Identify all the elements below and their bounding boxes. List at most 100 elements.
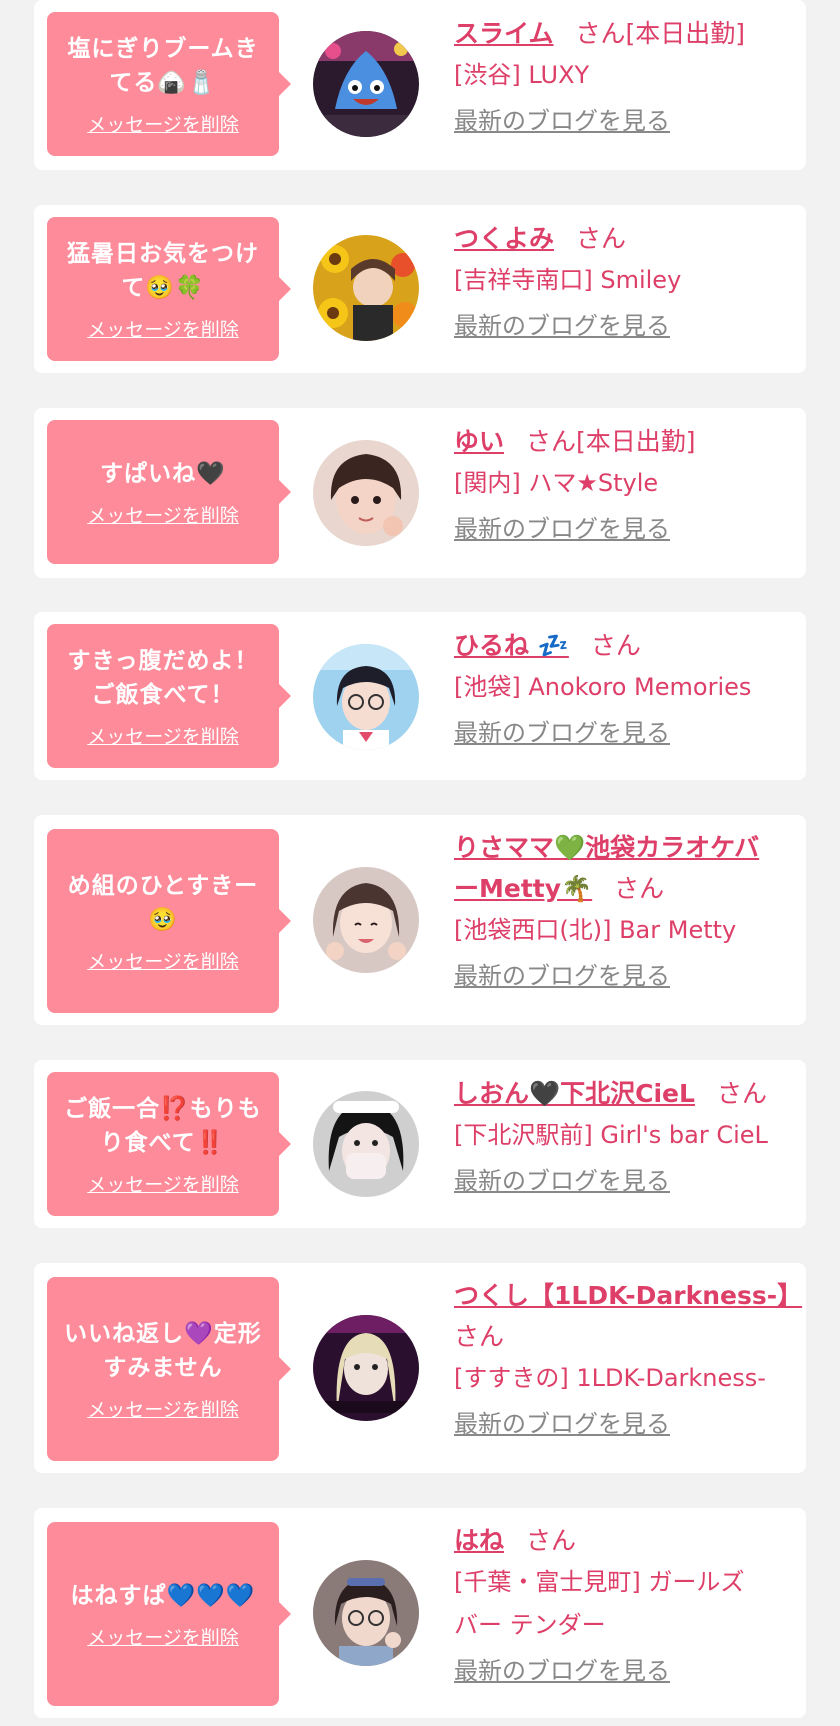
shop-info: [池袋] Anokoro Memories — [454, 666, 834, 709]
status-tag: [本日出勤] — [576, 427, 696, 456]
shop-line: [関内] ハマ★Style — [454, 469, 659, 497]
message-line: り食べて‼️ — [100, 1129, 226, 1156]
message-line: すきっ腹だめよ！ — [67, 647, 259, 674]
cast-name-link[interactable]: つくよみ — [454, 224, 554, 253]
cast-name-link[interactable]: ひるね 💤 — [454, 631, 569, 660]
message-line: め組のひとすきー — [67, 872, 259, 899]
message-text: すぱいね🖤 — [100, 457, 226, 491]
latest-blog-link[interactable]: 最新のブログを見る — [454, 1161, 670, 1196]
message-card: いいね返し💜定形 すみません メッセージを削除 つくし【1LDK-Darknes… — [34, 1263, 806, 1473]
avatar[interactable] — [313, 31, 419, 137]
cast-name-link[interactable]: スライム — [454, 19, 554, 48]
avatar-selfie-image — [313, 440, 419, 546]
cast-info: ゆい さん[本日出勤] [関内] ハマ★Style 最新のブログを見る — [454, 421, 834, 544]
shop-info: [関内] ハマ★Style — [454, 462, 834, 505]
honorific: さん — [526, 1526, 577, 1555]
message-bubble: 猛暑日お気をつけ て🥹🍀 メッセージを削除 — [47, 217, 291, 361]
message-card: ご飯一合⁉️もりも り食べて‼️ メッセージを削除 しおん🖤下北沢CieL さん … — [34, 1060, 806, 1228]
latest-blog-link[interactable]: 最新のブログを見る — [454, 1404, 670, 1439]
cast-info: しおん🖤下北沢CieL さん [下北沢駅前] Girl's bar CieL 最新… — [454, 1073, 834, 1196]
message-bubble: すきっ腹だめよ！ ご飯食べて！ メッセージを削除 — [47, 624, 291, 768]
message-bubble: め組のひとすきー 🥹 メッセージを削除 — [47, 829, 291, 1013]
message-line: はねすぱ💙💙💙 — [70, 1582, 256, 1609]
message-bubble: 塩にぎりブームき てる🍙🧂 メッセージを削除 — [47, 12, 291, 156]
avatar[interactable] — [313, 440, 419, 546]
delete-message-link[interactable]: メッセージを削除 — [87, 1395, 239, 1422]
honorific: さん — [526, 427, 577, 456]
latest-blog-link[interactable]: 最新のブログを見る — [454, 713, 670, 748]
avatar-masked-image — [313, 1091, 419, 1197]
avatar-glasses-selfie-image — [313, 1560, 419, 1666]
shop-line: [千葉・富士見町] ガールズ — [454, 1568, 745, 1596]
message-card: すきっ腹だめよ！ ご飯食べて！ メッセージを削除 ひるね 💤 さん [池袋] A… — [34, 612, 806, 780]
shop-line: [下北沢駅前] Girl's bar CieL — [454, 1121, 768, 1149]
shop-info: [渋谷] LUXY — [454, 54, 834, 97]
cast-info: りさママ💚池袋カラオケバ ーMetty🌴 さん [池袋西口(北)] Bar Mett… — [454, 827, 834, 991]
message-line: ご飯一合⁉️もりも — [64, 1095, 262, 1122]
latest-blog-link[interactable]: 最新のブログを見る — [454, 1651, 670, 1686]
name-line: つくよみ さん — [454, 218, 834, 259]
name-line: つくし【1LDK-Darkness-】 さん — [454, 1275, 834, 1357]
delete-message-link[interactable]: メッセージを削除 — [87, 722, 239, 749]
cast-name-link[interactable]: はね — [454, 1526, 504, 1555]
message-text: 塩にぎりブームき てる🍙🧂 — [67, 32, 258, 100]
delete-message-link[interactable]: メッセージを削除 — [87, 501, 239, 528]
message-text: すきっ腹だめよ！ ご飯食べて！ — [67, 644, 258, 712]
message-line: すみません — [103, 1354, 223, 1381]
latest-blog-link[interactable]: 最新のブログを見る — [454, 101, 670, 136]
delete-message-link[interactable]: メッセージを削除 — [87, 1170, 239, 1197]
message-line: 猛暑日お気をつけ — [67, 240, 259, 267]
avatar[interactable] — [313, 644, 419, 750]
honorific: さん — [590, 631, 641, 660]
delete-message-link[interactable]: メッセージを削除 — [87, 110, 239, 137]
avatar-dark-poster-image — [313, 1315, 419, 1421]
shop-line: [渋谷] LUXY — [454, 61, 590, 89]
shop-info: [すすきの] 1LDK-Darkness- — [454, 1357, 834, 1400]
avatar[interactable] — [313, 1091, 419, 1197]
message-line: て🥹🍀 — [121, 274, 205, 301]
message-text: はねすぱ💙💙💙 — [71, 1579, 256, 1613]
avatar[interactable] — [313, 235, 419, 341]
message-card: 猛暑日お気をつけ て🥹🍀 メッセージを削除 つくよみ さん [吉祥寺南口] Sm… — [34, 205, 806, 373]
honorific: さん — [575, 19, 626, 48]
cast-name-link[interactable]: しおん🖤下北沢CieL — [454, 1079, 695, 1108]
message-bubble: ご飯一合⁉️もりも り食べて‼️ メッセージを削除 — [47, 1072, 291, 1216]
honorific: さん — [454, 1322, 505, 1351]
message-text: 猛暑日お気をつけ て🥹🍀 — [67, 237, 259, 305]
cast-info: はね さん [千葉・富士見町] ガールズ バー テンダー 最新のブログを見る — [454, 1520, 834, 1686]
honorific: さん — [716, 1079, 767, 1108]
avatar[interactable] — [313, 1560, 419, 1666]
shop-info: [下北沢駅前] Girl's bar CieL — [454, 1114, 834, 1157]
latest-blog-link[interactable]: 最新のブログを見る — [454, 306, 670, 341]
message-line: 塩にぎりブームき — [67, 35, 259, 62]
message-bubble: はねすぱ💙💙💙 メッセージを削除 — [47, 1522, 291, 1706]
status-tag: [本日出勤] — [625, 19, 746, 48]
avatar-slime-image — [313, 31, 419, 137]
cast-info: つくし【1LDK-Darkness-】 さん [すすきの] 1LDK-Darkne… — [454, 1275, 834, 1439]
cast-name-link[interactable]: りさママ💚池袋カラオケバ ーMetty🌴 — [454, 833, 759, 903]
shop-info: [吉祥寺南口] Smiley — [454, 259, 834, 302]
message-card: はねすぱ💙💙💙 メッセージを削除 はね さん [千葉・富士見町] ガールズ バー… — [34, 1508, 806, 1718]
delete-message-link[interactable]: メッセージを削除 — [87, 1623, 239, 1650]
shop-line: [吉祥寺南口] Smiley — [454, 266, 682, 294]
delete-message-link[interactable]: メッセージを削除 — [87, 315, 239, 342]
message-text: ご飯一合⁉️もりも り食べて‼️ — [64, 1092, 262, 1160]
cast-name-link[interactable]: つくし【1LDK-Darkness-】 — [454, 1281, 802, 1310]
honorific: さん — [614, 874, 665, 903]
message-line: 🥹 — [148, 906, 178, 933]
cast-info: つくよみ さん [吉祥寺南口] Smiley 最新のブログを見る — [454, 218, 834, 341]
delete-message-link[interactable]: メッセージを削除 — [87, 947, 239, 974]
cast-info: ひるね 💤 さん [池袋] Anokoro Memories 最新のブログを見る — [454, 625, 834, 748]
avatar[interactable] — [313, 1315, 419, 1421]
avatar[interactable] — [313, 867, 419, 973]
message-line: ご飯食べて！ — [91, 681, 235, 708]
message-card: め組のひとすきー 🥹 メッセージを削除 りさママ💚池袋カラオケバ ーMetty🌴 さ… — [34, 815, 806, 1025]
shop-line: [すすきの] 1LDK-Darkness- — [454, 1364, 766, 1392]
cast-name-link[interactable]: ゆい — [454, 427, 504, 456]
message-bubble: いいね返し💜定形 すみません メッセージを削除 — [47, 1277, 291, 1461]
latest-blog-link[interactable]: 最新のブログを見る — [454, 509, 670, 544]
name-line: スライム さん[本日出勤] — [454, 13, 834, 54]
message-line: いいね返し💜定形 — [64, 1320, 262, 1347]
latest-blog-link[interactable]: 最新のブログを見る — [454, 956, 670, 991]
message-bubble: すぱいね🖤 メッセージを削除 — [47, 420, 291, 564]
